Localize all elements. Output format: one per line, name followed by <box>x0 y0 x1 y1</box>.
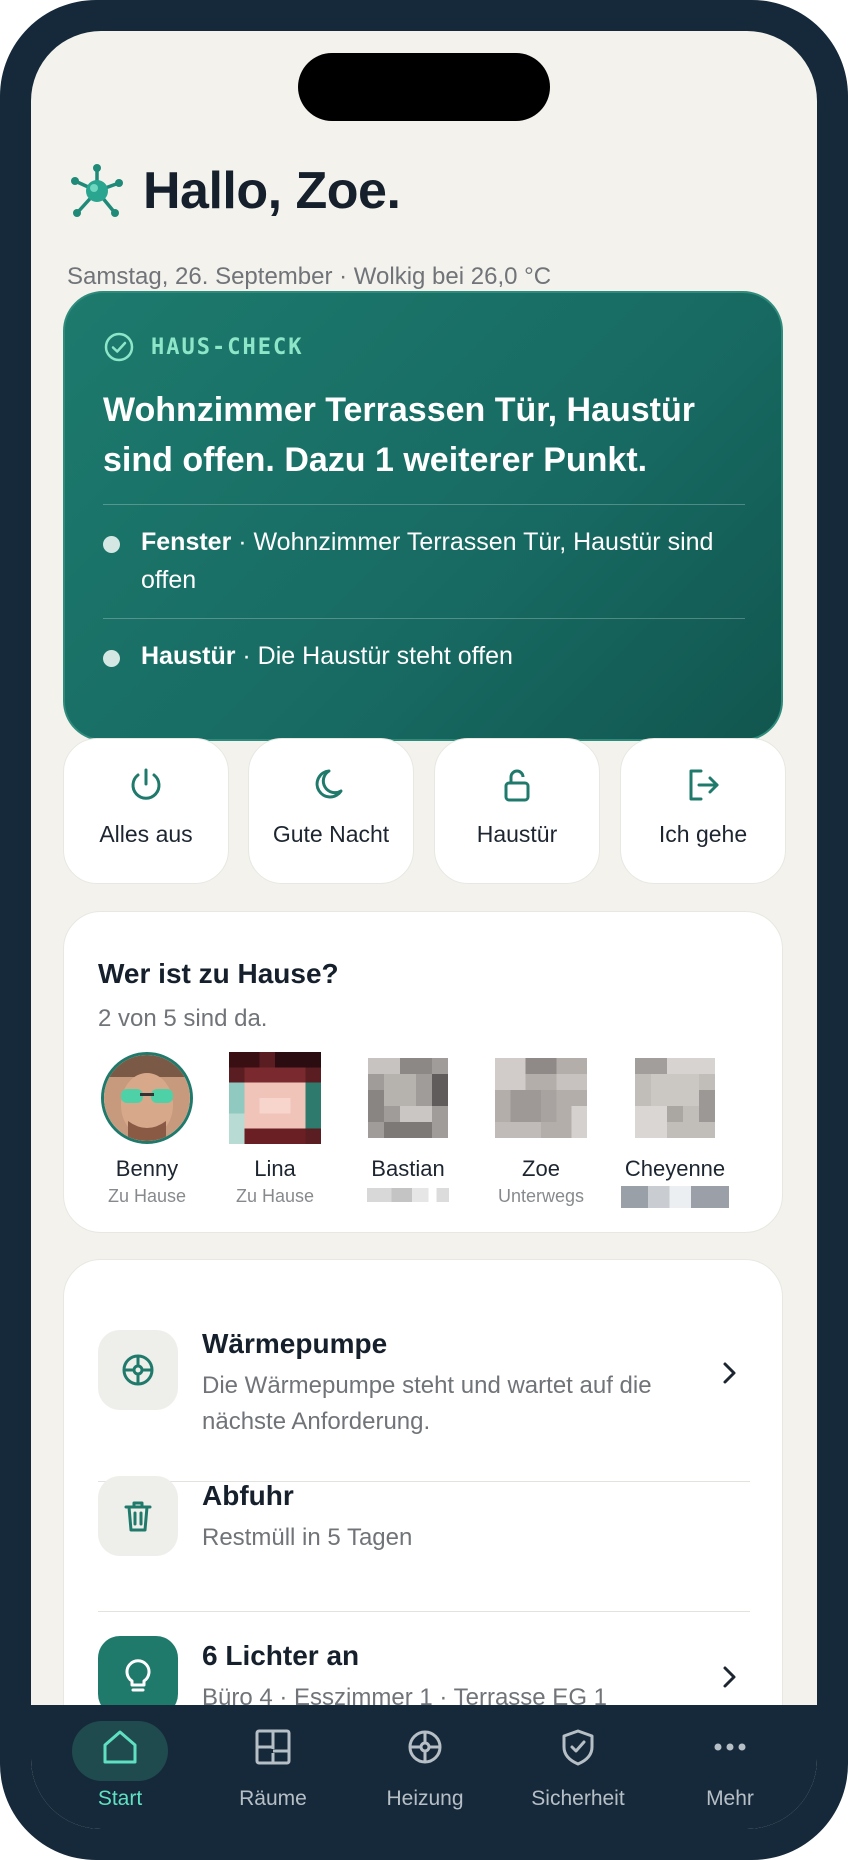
quick-action-haustuer[interactable]: Haustür <box>434 738 600 884</box>
person-status: Zu Hause <box>235 1186 315 1206</box>
avatar <box>101 1052 193 1144</box>
check-circle-icon <box>104 332 134 362</box>
who-is-home-subtitle: 2 von 5 sind da. <box>98 1005 268 1032</box>
person-name: Lina <box>254 1156 296 1181</box>
dynamic-island <box>298 53 550 121</box>
haus-check-header: HAUS-CHECK <box>103 329 303 365</box>
moon-icon <box>315 769 343 799</box>
trash-icon <box>124 1501 152 1532</box>
person-name: Cheyenne <box>624 1156 726 1181</box>
list-item-subtitle: Die Wärmepumpe steht und wartet auf die … <box>202 1372 652 1435</box>
check-item-bold: Haustür <box>141 642 236 670</box>
chevron-right-icon <box>723 1666 736 1688</box>
check-item-text: · Die Haustür steht offen <box>235 642 513 670</box>
divider <box>103 504 745 505</box>
redacted-status <box>367 1188 449 1202</box>
redacted-status <box>621 1186 729 1208</box>
check-item-bold: Fenster <box>141 528 232 556</box>
haus-check-headline: Wohnzimmer Terrassen Tür, Haustür sind o… <box>103 391 695 479</box>
nav-label: Start <box>97 1787 143 1810</box>
bullet-dot <box>103 650 120 667</box>
haus-check-title: HAUS-CHECK <box>151 334 304 360</box>
more-icon <box>714 1743 746 1751</box>
tile <box>98 1636 178 1716</box>
logout-icon <box>689 769 719 801</box>
person-cheyenne[interactable]: Cheyenne <box>610 1052 740 1208</box>
tile <box>98 1476 178 1556</box>
nav-mehr[interactable]: Mehr <box>660 1705 800 1829</box>
person-benny[interactable]: Benny Zu Hause <box>82 1052 212 1207</box>
divider <box>103 618 745 619</box>
quick-action-label: Alles aus <box>99 821 193 847</box>
lightbulb-icon <box>125 1659 151 1692</box>
list-item-abfuhr[interactable]: Abfuhr Restmüll in 5 Tagen <box>98 1476 750 1596</box>
unlock-icon <box>504 769 530 802</box>
list-item-title: 6 Lichter an <box>202 1640 360 1671</box>
person-status: Unterwegs <box>497 1186 585 1206</box>
who-is-home-title: Wer ist zu Hause? <box>98 958 339 989</box>
nav-label: Mehr <box>706 1787 754 1810</box>
power-icon <box>131 768 161 800</box>
quick-action-gute-nacht[interactable]: Gute Nacht <box>248 738 414 884</box>
person-name: Benny <box>115 1156 179 1181</box>
who-is-home-card: Wer ist zu Hause? 2 von 5 sind da. Benny… <box>63 911 783 1233</box>
person-bastian[interactable]: Bastian <box>343 1052 473 1202</box>
list-item-title: Wärmepumpe <box>202 1328 388 1359</box>
home-icon <box>103 1730 137 1764</box>
heating-icon <box>122 1354 154 1386</box>
quick-action-ich-gehe[interactable]: Ich gehe <box>620 738 786 884</box>
list-item-waermepumpe[interactable]: Wärmepumpe Die Wärmepumpe steht und wart… <box>98 1328 750 1450</box>
chevron-right-icon <box>723 1362 736 1384</box>
quick-action-label: Haustür <box>476 821 558 847</box>
avatar <box>368 1058 448 1138</box>
nav-raeume[interactable]: Räume <box>203 1705 343 1829</box>
quick-action-label: Gute Nacht <box>272 821 390 847</box>
date-weather: Samstag, 26. September · Wolkig bei 26,0… <box>67 263 552 290</box>
person-status: Zu Hause <box>107 1186 187 1206</box>
nav-label: Heizung <box>386 1787 464 1810</box>
avatar <box>635 1058 715 1138</box>
divider <box>98 1611 750 1612</box>
check-item-haustuer: Haustür · Die Haustür steht offen <box>103 637 745 675</box>
nav-sicherheit[interactable]: Sicherheit <box>508 1705 648 1829</box>
list-item-title: Abfuhr <box>202 1480 294 1511</box>
person-zoe[interactable]: Zoe Unterwegs <box>476 1052 606 1207</box>
person-lina[interactable]: Lina Zu Hause <box>210 1052 340 1207</box>
avatar <box>229 1052 321 1144</box>
person-name: Bastian <box>371 1156 445 1181</box>
bottom-nav: Start Räume Heizung Sicherheit Mehr <box>31 1705 817 1829</box>
greeting: Hallo, Zoe. <box>143 162 401 220</box>
rooms-icon <box>255 1729 291 1765</box>
list-item-subtitle: Restmüll in 5 Tagen <box>202 1524 413 1551</box>
nav-label: Räume <box>239 1787 307 1810</box>
app-logo-icon <box>71 164 123 217</box>
avatar <box>495 1058 587 1138</box>
person-name: Zoe <box>522 1156 560 1181</box>
quick-action-alles-aus[interactable]: Alles aus <box>63 738 229 884</box>
check-item-fenster: Fenster · Wohnzimmer Terrassen Tür, Haus… <box>103 523 745 599</box>
shield-icon <box>562 1729 594 1766</box>
nav-start[interactable]: Start <box>50 1705 190 1829</box>
heating-icon <box>408 1730 442 1764</box>
phone-frame: Hallo, Zoe. Samstag, 26. September · Wol… <box>0 0 848 1860</box>
screen: Hallo, Zoe. Samstag, 26. September · Wol… <box>31 31 817 1829</box>
nav-heizung[interactable]: Heizung <box>355 1705 495 1829</box>
nav-label: Sicherheit <box>531 1787 625 1810</box>
quick-action-label: Ich gehe <box>658 821 748 847</box>
bullet-dot <box>103 536 120 553</box>
tile <box>98 1330 178 1410</box>
haus-check-card[interactable]: HAUS-CHECK Wohnzimmer Terrassen Tür, Hau… <box>63 291 783 741</box>
